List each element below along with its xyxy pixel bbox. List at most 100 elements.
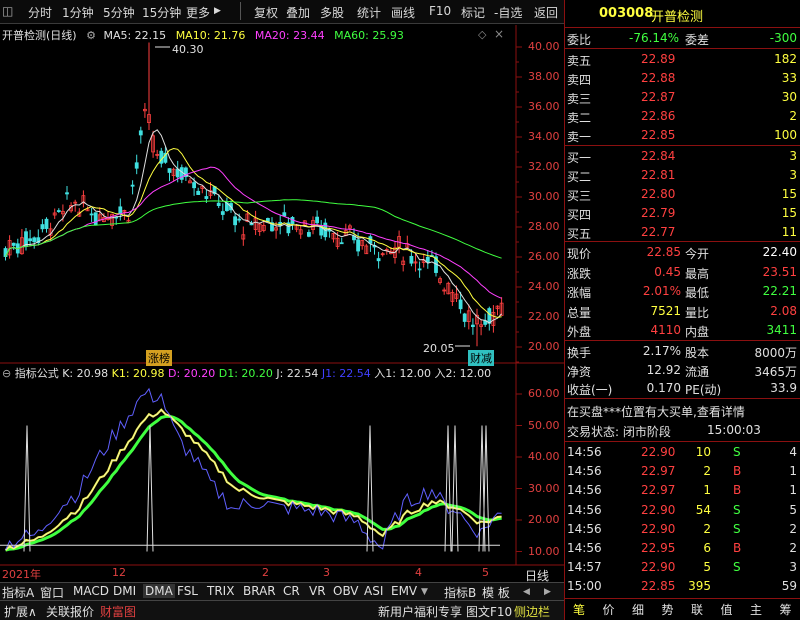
ask-row[interactable]: 卖五 22.89 182 — [565, 50, 800, 69]
tab-1min[interactable]: 1分钟 — [62, 4, 94, 21]
stat-value: 0.45 — [654, 264, 681, 279]
bid-row[interactable]: 买四 22.79 15 — [565, 204, 800, 223]
fund-value: 12.92 — [646, 362, 681, 377]
panel-tab[interactable]: 联 — [691, 601, 703, 618]
btn-mark[interactable]: 标记 — [461, 4, 485, 21]
tab-window[interactable]: 窗口 — [40, 584, 64, 601]
tick-count: 4 — [789, 445, 797, 459]
expand-button[interactable]: 扩展∧ — [4, 603, 37, 620]
app-window: { "toolbar":{"items":["分时","1分钟","5分钟","… — [0, 0, 800, 620]
panel-tab[interactable]: 值 — [721, 601, 733, 618]
panel-tab[interactable]: 笔 — [573, 601, 585, 618]
bid-row[interactable]: 买二 22.81 3 — [565, 166, 800, 185]
bid-label: 买一 — [567, 151, 592, 165]
tick-time: 14:56 — [567, 502, 602, 517]
tab-more[interactable]: 更多 — [186, 4, 210, 21]
collapse-icon[interactable]: ◫ — [2, 4, 13, 18]
tab-emv[interactable]: EMV — [391, 584, 417, 598]
indicator-name[interactable]: 指标公式 — [15, 367, 59, 380]
kdj-d: D: 20.20 — [168, 367, 216, 380]
panel-tab[interactable]: 筹 — [780, 601, 792, 618]
fund-value: 33.9 — [770, 381, 797, 395]
event-tag-zhangbang[interactable]: 涨榜 — [146, 350, 172, 366]
stat-value: 7521 — [650, 303, 681, 318]
bid-price: 22.80 — [641, 187, 676, 201]
wealth-chart-button[interactable]: 财富图 — [100, 603, 136, 620]
candle-body — [130, 184, 135, 187]
tab-macd[interactable]: MACD — [73, 584, 109, 598]
price-tick-label: 40.00 — [528, 40, 560, 53]
sidebar-toggle[interactable]: 侧边栏 — [514, 603, 550, 620]
bid-row[interactable]: 买一 22.84 3 — [565, 147, 800, 166]
tick-side: S — [733, 502, 741, 517]
tab-left-arrow-icon[interactable]: ◀ — [523, 587, 530, 597]
tab-scroll-icon[interactable]: ▼ — [421, 587, 428, 597]
btn-fuquan[interactable]: 复权 — [254, 4, 278, 21]
bid-row[interactable]: 买五 22.77 11 — [565, 223, 800, 242]
tick-price: 22.95 — [641, 541, 676, 555]
tab-dma[interactable]: DMA — [143, 584, 175, 598]
ask-row[interactable]: 卖三 22.87 30 — [565, 88, 800, 107]
panel-tab[interactable]: 主 — [750, 601, 762, 618]
bid-label: 买二 — [567, 170, 592, 184]
candle-body — [237, 218, 242, 221]
btn-overlay[interactable]: 叠加 — [286, 4, 310, 21]
tab-obv[interactable]: OBV — [333, 584, 359, 598]
price-tick-label: 24.00 — [528, 280, 560, 293]
tab-dmi[interactable]: DMI — [113, 584, 136, 598]
tab-asi[interactable]: ASI — [364, 584, 383, 598]
tab-5min[interactable]: 5分钟 — [103, 4, 135, 21]
btn-stats[interactable]: 统计 — [357, 4, 381, 21]
indicator-collapse-icon[interactable]: ⊖ — [2, 367, 11, 380]
stat-value: 3411 — [766, 323, 797, 337]
tab-trix[interactable]: TRIX — [207, 584, 234, 598]
tab-template[interactable]: 模 板 — [482, 584, 510, 601]
f10-link[interactable]: 图文F10 — [466, 603, 512, 620]
panel-tab[interactable]: 价 — [603, 601, 615, 618]
tick-volume: 10 — [695, 445, 711, 459]
ask-row[interactable]: 卖二 22.86 2 — [565, 107, 800, 126]
btn-multi-stock[interactable]: 多股 — [320, 4, 344, 21]
tab-indicator-a[interactable]: 指标A — [2, 584, 34, 601]
btn-draw-line[interactable]: 画线 — [391, 4, 415, 21]
bid-volume: 3 — [789, 149, 797, 163]
tab-timeshare[interactable]: 分时 — [28, 4, 52, 21]
tab-vr[interactable]: VR — [309, 584, 326, 598]
tab-right-arrow-icon[interactable]: ▶ — [544, 587, 551, 597]
btn-f10[interactable]: F10 — [429, 4, 451, 18]
related-quote-button[interactable]: 关联报价 — [46, 603, 94, 620]
candle-body — [44, 218, 49, 229]
tab-15min[interactable]: 15分钟 — [142, 4, 181, 21]
bid-volume: 3 — [789, 168, 797, 182]
bid-label: 买五 — [567, 227, 592, 241]
new-user-benefit-link[interactable]: 新用户福利专享 — [378, 603, 462, 620]
tab-fsl[interactable]: FSL — [177, 584, 198, 598]
more-arrow-icon[interactable]: ▶ — [214, 6, 221, 16]
panel-tab[interactable]: 势 — [662, 601, 674, 618]
panel-tab[interactable]: 细 — [632, 601, 644, 618]
ask-row[interactable]: 卖四 22.88 33 — [565, 69, 800, 88]
btn-back[interactable]: 返回 — [534, 4, 558, 21]
high-marker: 40.30 — [172, 43, 204, 56]
bid-row[interactable]: 买三 22.80 15 — [565, 185, 800, 204]
ask-row[interactable]: 卖一 22.85 100 — [565, 126, 800, 145]
tick-side: S — [733, 521, 741, 536]
tab-indicator-b[interactable]: 指标B — [444, 584, 476, 601]
tick-time: 14:56 — [567, 483, 602, 498]
ask-price: 22.85 — [641, 128, 676, 142]
big-order-notice[interactable]: 在买盘***位置有大买单,查看详情 — [565, 401, 800, 420]
tab-brar[interactable]: BRAR — [243, 584, 276, 598]
tab-cr[interactable]: CR — [283, 584, 300, 598]
indicator-legend: ⊖ 指标公式 K: 20.98 K1: 20.98 D: 20.20 D1: 2… — [2, 365, 491, 381]
price-tick-label: 34.00 — [528, 130, 560, 143]
stat-row: 涨跌 0.45 最高 23.51 — [565, 263, 800, 282]
tick-count: 59 — [781, 579, 797, 594]
btn-watchlist[interactable]: -自选 — [494, 4, 522, 21]
fund-label: 收益(一) — [567, 383, 613, 397]
kline-chart[interactable] — [0, 25, 564, 600]
stat-row: 现价 22.85 今开 22.40 — [565, 243, 800, 262]
tick-volume: 2 — [703, 464, 711, 479]
event-tag-caijian[interactable]: 财减 — [468, 350, 494, 366]
tick-row: 14:56 22.95 6 B 2 — [565, 539, 800, 558]
tick-price: 22.85 — [641, 579, 676, 594]
